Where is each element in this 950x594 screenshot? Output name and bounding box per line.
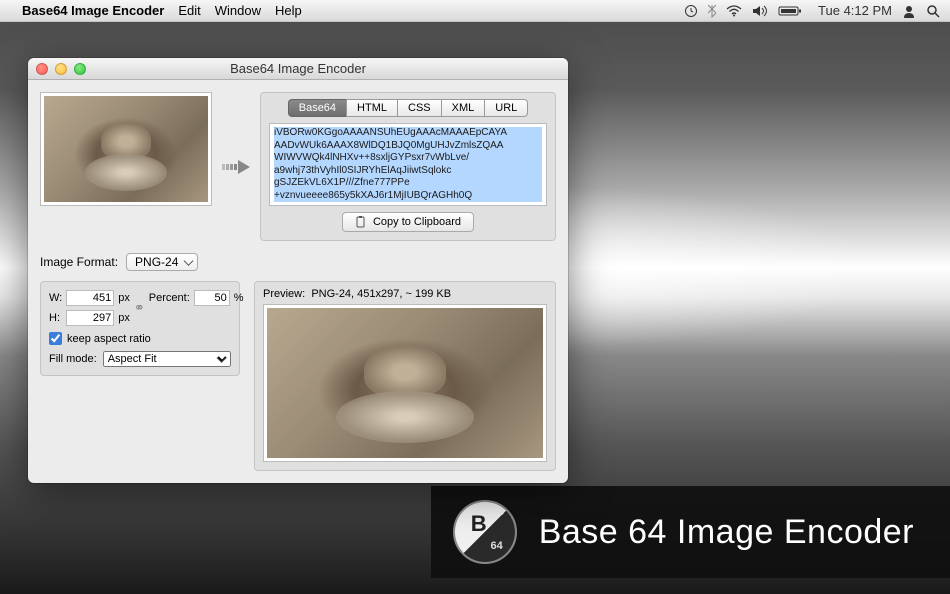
tab-xml[interactable]: XML xyxy=(441,99,485,117)
width-label: W: xyxy=(49,292,62,304)
width-input[interactable] xyxy=(66,290,114,306)
spotlight-icon[interactable] xyxy=(926,4,940,18)
encoded-output[interactable]: iVBORw0KGgoAAAANSUhEUgAAAcMAAAEpCAYA AAD… xyxy=(269,123,547,206)
dimensions-panel: W: px ⚭ Percent: % H: px keep aspect rat… xyxy=(40,281,240,376)
height-input[interactable] xyxy=(66,310,114,326)
bluetooth-icon[interactable] xyxy=(708,4,716,18)
tab-url[interactable]: URL xyxy=(484,99,528,117)
source-image xyxy=(44,96,208,202)
keep-aspect-row[interactable]: keep aspect ratio xyxy=(49,332,231,345)
fill-mode-label: Fill mode: xyxy=(49,353,97,365)
tab-css[interactable]: CSS xyxy=(397,99,441,117)
volume-icon[interactable] xyxy=(752,5,768,17)
menu-window[interactable]: Window xyxy=(215,3,261,18)
source-image-well[interactable] xyxy=(40,92,212,206)
time-machine-icon[interactable] xyxy=(684,4,698,18)
clipboard-icon xyxy=(355,216,367,228)
app-window: Base64 Image Encoder Base64 HTML xyxy=(28,58,568,483)
keep-aspect-checkbox[interactable] xyxy=(49,332,62,345)
percent-input[interactable] xyxy=(194,290,230,306)
keep-aspect-label: keep aspect ratio xyxy=(67,333,151,345)
tab-html[interactable]: HTML xyxy=(346,99,397,117)
link-aspect-icon[interactable]: ⚭ xyxy=(134,300,145,316)
preview-image xyxy=(267,308,543,458)
app-icon: B 64 xyxy=(453,500,517,564)
image-format-label: Image Format: xyxy=(40,255,118,269)
menubar-clock[interactable]: Tue 4:12 PM xyxy=(818,3,892,18)
percent-unit: % xyxy=(234,292,244,304)
wifi-icon[interactable] xyxy=(726,5,742,17)
preview-panel: Preview: PNG-24, 451x297, ~ 199 KB xyxy=(254,281,556,471)
preview-label: Preview: xyxy=(263,288,305,300)
promo-title: Base 64 Image Encoder xyxy=(539,513,914,552)
height-unit: px xyxy=(118,312,130,324)
tab-base64[interactable]: Base64 xyxy=(288,99,346,117)
battery-icon[interactable] xyxy=(778,5,802,17)
output-tabs: Base64 HTML CSS XML URL xyxy=(269,99,547,117)
promo-banner: B 64 Base 64 Image Encoder xyxy=(431,486,950,578)
image-format-select[interactable]: PNG-24 xyxy=(126,253,198,271)
menu-help[interactable]: Help xyxy=(275,3,302,18)
arrow-right-icon xyxy=(222,158,250,176)
close-button[interactable] xyxy=(36,63,48,75)
fill-mode-select[interactable]: Aspect Fit xyxy=(103,351,231,367)
zoom-button[interactable] xyxy=(74,63,86,75)
preview-image-box xyxy=(263,304,547,462)
menubar-app-name[interactable]: Base64 Image Encoder xyxy=(22,3,164,18)
mac-menubar: Base64 Image Encoder Edit Window Help Tu… xyxy=(0,0,950,22)
preview-info: PNG-24, 451x297, ~ 199 KB xyxy=(311,288,451,300)
output-panel: Base64 HTML CSS XML URL iVBORw0KGgoAAAAN… xyxy=(260,92,556,241)
menu-edit[interactable]: Edit xyxy=(178,3,200,18)
window-title: Base64 Image Encoder xyxy=(28,61,568,76)
percent-label: Percent: xyxy=(149,292,190,304)
copy-to-clipboard-button[interactable]: Copy to Clipboard xyxy=(342,212,474,232)
minimize-button[interactable] xyxy=(55,63,67,75)
width-unit: px xyxy=(118,292,130,304)
height-label: H: xyxy=(49,312,62,324)
window-titlebar[interactable]: Base64 Image Encoder xyxy=(28,58,568,80)
user-icon[interactable] xyxy=(902,4,916,18)
